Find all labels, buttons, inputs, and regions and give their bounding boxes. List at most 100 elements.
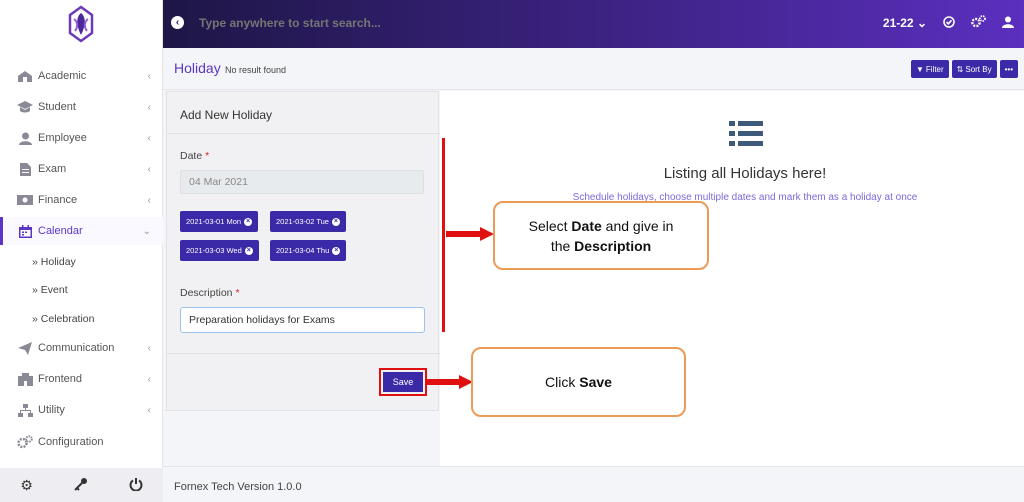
date-chip: 2021-03-01 Mon × xyxy=(180,211,259,232)
paper-plane-icon xyxy=(16,341,34,355)
key-icon[interactable] xyxy=(74,477,88,494)
sidebar-item-finance[interactable]: Finance ‹ xyxy=(0,186,163,214)
more-options-button[interactable]: ••• xyxy=(999,60,1018,78)
required-asterisk: * xyxy=(235,287,240,299)
sidebar-item-utility[interactable]: Utility ‹ xyxy=(0,396,163,424)
save-highlight-box: Save xyxy=(379,368,427,396)
chevron-left-icon: ‹ xyxy=(147,132,151,144)
cogs-icon[interactable] xyxy=(971,15,986,31)
sidebar-subitem-label: Event xyxy=(40,284,68,296)
sidebar: Academic ‹ Student ‹ Employee ‹ Exam ‹ F… xyxy=(0,0,163,502)
required-asterisk: * xyxy=(205,150,210,162)
red-arrow-icon xyxy=(446,227,494,241)
callout-click-save: Click Save xyxy=(471,347,686,417)
user-profile-icon[interactable] xyxy=(1002,16,1014,31)
sidebar-item-frontend[interactable]: Frontend ‹ xyxy=(0,365,163,393)
sidebar-item-employee[interactable]: Employee ‹ xyxy=(0,124,163,152)
chevron-left-icon: ‹ xyxy=(147,404,151,416)
callout-text: and give in xyxy=(601,217,674,234)
session-label: 21-22 xyxy=(882,16,914,30)
sidebar-item-label: Calendar xyxy=(38,225,83,237)
sidebar-item-communication[interactable]: Communication ‹ xyxy=(0,334,163,362)
sidebar-item-exam[interactable]: Exam ‹ xyxy=(0,155,163,183)
page-title: Holiday xyxy=(174,60,221,76)
sidebar-subitem-holiday[interactable]: » Holiday xyxy=(32,256,76,268)
save-button[interactable]: Save xyxy=(383,372,423,392)
sidebar-item-academic[interactable]: Academic ‹ xyxy=(0,62,163,90)
sort-by-button[interactable]: ⇅ Sort By xyxy=(951,60,997,78)
sidebar-item-calendar[interactable]: Calendar ⌄ xyxy=(0,217,163,245)
callout-text: Select xyxy=(528,217,572,234)
remove-chip-icon[interactable]: × xyxy=(331,217,340,226)
chevron-left-icon: ‹ xyxy=(147,70,151,82)
sidebar-item-label: Utility xyxy=(38,404,65,416)
sidebar-subitem-label: Celebration xyxy=(40,313,95,325)
chevron-down-icon: ⌄ xyxy=(142,225,151,237)
date-chip: 2021-03-03 Wed × xyxy=(180,240,259,261)
sort-label: Sort By xyxy=(965,64,992,74)
sort-icon: ⇅ xyxy=(956,64,964,74)
sidebar-item-label: Exam xyxy=(38,163,67,175)
sidebar-item-label: Student xyxy=(38,101,76,113)
divider xyxy=(167,133,440,134)
chevron-left-icon: ‹ xyxy=(147,101,151,113)
highlight-bracket-line xyxy=(442,138,445,332)
sidebar-item-label: Finance xyxy=(38,194,78,206)
top-navbar: ‹ 21-22 ⌄ xyxy=(163,0,1024,48)
sidebar-item-label: Employee xyxy=(38,132,87,144)
settings-cogs-icon[interactable]: ⚙ xyxy=(20,477,33,494)
money-icon xyxy=(16,193,34,207)
sidebar-footer: ⚙ xyxy=(0,468,163,502)
remove-chip-icon[interactable]: × xyxy=(244,217,253,226)
divider xyxy=(167,353,440,354)
page-header: Holiday No result found ▼ Filter ⇅ Sort By… xyxy=(163,48,1024,90)
date-label-text: Date xyxy=(180,150,203,162)
school-icon xyxy=(16,69,34,83)
description-label-text: Description xyxy=(180,287,233,299)
date-chip: 2021-03-04 Thu × xyxy=(270,240,347,261)
chevron-left-icon: ‹ xyxy=(147,163,151,175)
sidebar-subitem-event[interactable]: » Event xyxy=(32,284,68,296)
add-holiday-form: Add New Holiday Date * 04 Mar 2021 2021-… xyxy=(166,91,440,411)
logo[interactable] xyxy=(0,0,162,48)
remove-chip-icon[interactable]: × xyxy=(332,246,341,255)
description-input[interactable] xyxy=(180,307,425,333)
double-chevron-right-icon: » xyxy=(32,256,38,268)
callout-select-date: Select Date and give in the Description xyxy=(493,201,709,270)
session-selector[interactable]: 21-22 ⌄ xyxy=(883,16,927,30)
calendar-icon xyxy=(16,224,34,238)
callout-text: Click xyxy=(545,374,580,390)
result-count-text: No result found xyxy=(225,65,287,75)
filter-button[interactable]: ▼ Filter xyxy=(910,60,949,78)
red-arrow-icon xyxy=(427,375,473,389)
sidebar-item-label: Configuration xyxy=(38,436,104,448)
chevron-left-icon: ‹ xyxy=(147,342,151,354)
chip-label: 2021-03-02 Tue xyxy=(276,217,329,226)
callout-text: the xyxy=(550,237,575,254)
filter-icon: ▼ xyxy=(915,64,924,74)
building-icon xyxy=(16,372,34,386)
power-icon[interactable] xyxy=(129,477,143,494)
double-chevron-right-icon: » xyxy=(32,284,38,296)
chevron-left-icon: ‹ xyxy=(147,373,151,385)
date-field[interactable]: 04 Mar 2021 xyxy=(180,170,424,194)
form-title: Add New Holiday xyxy=(180,108,273,122)
remove-chip-icon[interactable]: × xyxy=(244,246,253,255)
check-circle-icon[interactable] xyxy=(943,15,955,31)
callout-bold-text: Date xyxy=(571,217,602,234)
graduation-cap-icon xyxy=(16,100,34,114)
sidebar-item-configuration[interactable]: Configuration xyxy=(0,428,163,456)
sidebar-item-student[interactable]: Student ‹ xyxy=(0,93,163,121)
date-chip: 2021-03-02 Tue × xyxy=(270,211,346,232)
page-footer: Fornex Tech Version 1.0.0 xyxy=(163,466,1024,502)
search-input[interactable] xyxy=(199,16,499,30)
empty-state-title: Listing all Holidays here! xyxy=(663,165,827,182)
filter-label: Filter xyxy=(925,64,944,74)
sidebar-subitem-label: Holiday xyxy=(40,256,76,268)
user-icon xyxy=(16,131,34,145)
sidebar-subitem-celebration[interactable]: » Celebration xyxy=(32,313,94,325)
chip-label: 2021-03-01 Mon xyxy=(186,217,242,226)
back-arrow-icon[interactable]: ‹ xyxy=(171,16,184,29)
sidebar-item-label: Communication xyxy=(38,342,115,354)
callout-bold-text: Save xyxy=(579,374,612,390)
